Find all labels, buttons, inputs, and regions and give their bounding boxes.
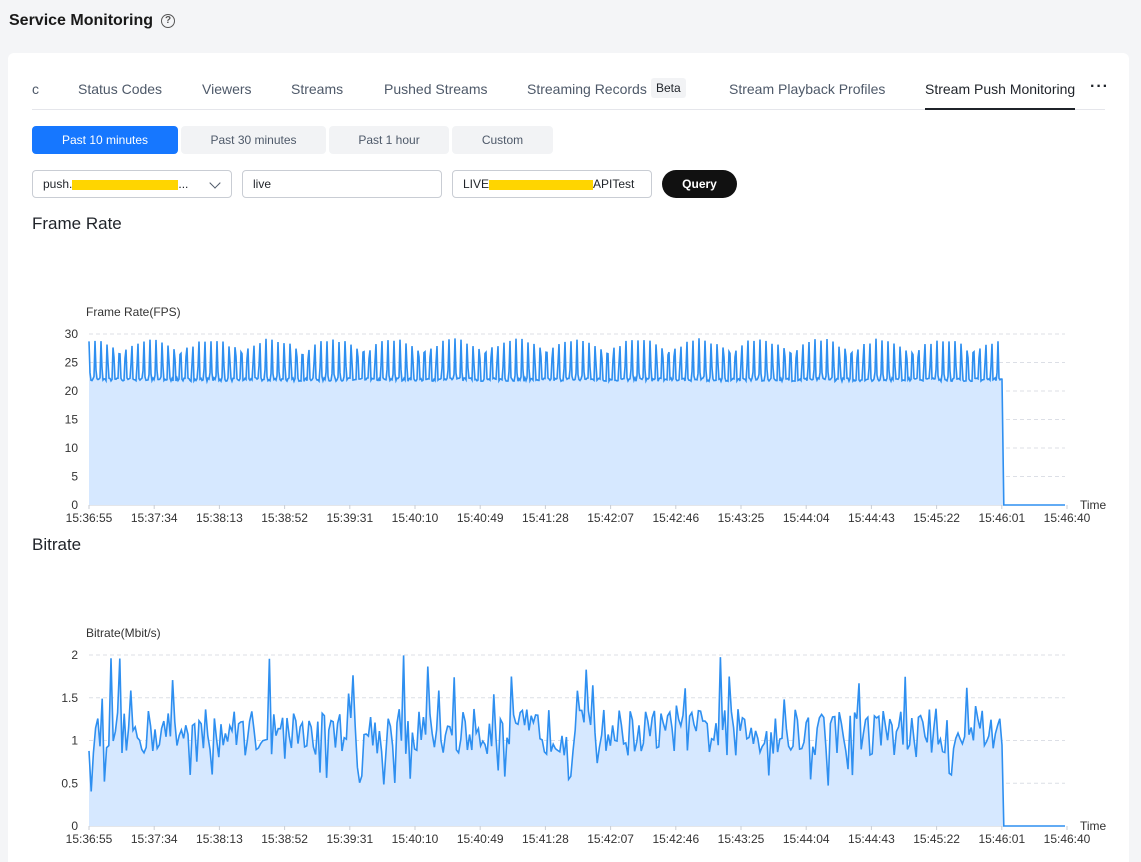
x-tick-label: 15:44:04: [783, 832, 830, 846]
tab-pushed-streams[interactable]: Pushed Streams: [384, 81, 488, 97]
x-tick-label: 15:39:31: [326, 511, 373, 525]
x-tick-label: 15:46:01: [978, 832, 1025, 846]
x-tick-label: 15:37:34: [131, 511, 178, 525]
domain-ellipsis: ...: [178, 177, 189, 191]
x-tick-label: 15:44:04: [783, 511, 830, 525]
x-tick-label: 15:38:52: [261, 511, 308, 525]
y-tick-label: 20: [65, 384, 79, 398]
x-tick-label: 15:40:49: [457, 832, 504, 846]
main-card: c Status Codes Viewers Streams Pushed St…: [8, 53, 1129, 862]
y-tick-label: 2: [71, 648, 78, 662]
page-title: Service Monitoring: [9, 12, 154, 29]
x-tick-label: 15:38:13: [196, 832, 243, 846]
help-icon[interactable]: ?: [161, 14, 176, 28]
range-past-30-minutes[interactable]: Past 30 minutes: [181, 126, 326, 154]
y-tick-label: 15: [65, 413, 79, 427]
x-tick-label: 15:38:13: [196, 511, 243, 525]
x-tick-label: 15:38:52: [261, 832, 308, 846]
frame-rate-title: Frame Rate: [32, 214, 122, 233]
app-name-input[interactable]: live: [242, 170, 442, 198]
tab-status-codes[interactable]: Status Codes: [78, 81, 162, 97]
x-tick-label: 15:40:49: [457, 511, 504, 525]
domain-select[interactable]: push....: [32, 170, 232, 198]
active-tab-indicator: [925, 108, 1075, 110]
x-axis-title: Time: [1080, 498, 1107, 512]
x-tick-label: 15:42:07: [587, 832, 634, 846]
x-tick-label: 15:40:10: [392, 511, 439, 525]
chevron-down-icon: [209, 177, 221, 189]
y-tick-label: 5: [71, 470, 78, 484]
redaction-mark: [489, 179, 594, 190]
y-tick-label: 30: [65, 327, 79, 341]
tab-streaming-records[interactable]: Streaming Records: [527, 81, 647, 97]
x-axis-title: Time: [1080, 819, 1107, 833]
beta-badge: Beta: [651, 78, 686, 98]
x-tick-label: 15:44:43: [848, 511, 895, 525]
x-tick-label: 15:46:01: [978, 511, 1025, 525]
x-tick-label: 15:46:40: [1044, 511, 1091, 525]
y-tick-label: 1.5: [61, 691, 78, 705]
x-tick-label: 15:43:25: [718, 832, 765, 846]
stream-prefix: LIVE: [463, 177, 490, 191]
x-tick-label: 15:36:55: [66, 832, 113, 846]
tab-viewers[interactable]: Viewers: [202, 81, 252, 97]
x-tick-label: 15:42:07: [587, 511, 634, 525]
x-tick-label: 15:45:22: [913, 832, 960, 846]
x-tick-label: 15:40:10: [392, 832, 439, 846]
redaction-mark: [72, 179, 179, 190]
y-tick-label: 1: [71, 734, 78, 748]
tab-bar: c Status Codes Viewers Streams Pushed St…: [32, 73, 1108, 110]
x-tick-label: 15:45:22: [913, 511, 960, 525]
frame-rate-chart: Frame Rate(FPS) 0 5 10 15 20 25 30 15:36:55 15:37…: [65, 305, 1107, 525]
page-header: Service Monitoring ?: [9, 10, 176, 32]
query-button[interactable]: Query: [662, 170, 737, 198]
range-custom[interactable]: Custom: [452, 126, 553, 154]
y-tick-label: 0.5: [61, 776, 78, 790]
y-tick-label: 0: [71, 819, 78, 833]
bitrate-chart: Bitrate(Mbit/s) 0 0.5 1 1.5 2 15:36:55 15:37:34…: [61, 626, 1107, 846]
x-tick-label: 15:41:28: [522, 511, 569, 525]
range-past-1-hour[interactable]: Past 1 hour: [329, 126, 449, 154]
app-name-value: live: [253, 177, 272, 191]
range-past-10-minutes[interactable]: Past 10 minutes: [32, 126, 178, 154]
y-tick-label: 25: [65, 356, 79, 370]
x-tick-label: 15:42:46: [652, 511, 699, 525]
x-tick-label: 15:43:25: [718, 511, 765, 525]
y-axis-title: Bitrate(Mbit/s): [86, 626, 161, 640]
y-tick-label: 10: [65, 441, 79, 455]
y-axis-title: Frame Rate(FPS): [86, 305, 181, 319]
x-tick-label: 15:42:46: [652, 832, 699, 846]
stream-suffix: APITest: [593, 177, 635, 191]
x-tick-label: 15:44:43: [848, 832, 895, 846]
domain-prefix: push.: [43, 177, 73, 191]
x-tick-label: 15:37:34: [131, 832, 178, 846]
x-tick-label: 15:36:55: [66, 511, 113, 525]
tab-streams[interactable]: Streams: [291, 81, 343, 97]
x-tick-label: 15:46:40: [1044, 832, 1091, 846]
stream-name-input[interactable]: LIVE APITest: [452, 170, 652, 198]
x-tick-label: 15:39:31: [326, 832, 373, 846]
more-icon[interactable]: ···: [1090, 78, 1109, 96]
tab-stream-push-monitoring[interactable]: Stream Push Monitoring: [925, 81, 1075, 97]
y-tick-label: 0: [71, 498, 78, 512]
x-tick-label: 15:41:28: [522, 832, 569, 846]
tab-truncated[interactable]: c: [32, 81, 39, 97]
tab-stream-playback-profiles[interactable]: Stream Playback Profiles: [729, 81, 885, 97]
bitrate-title: Bitrate: [32, 535, 82, 554]
